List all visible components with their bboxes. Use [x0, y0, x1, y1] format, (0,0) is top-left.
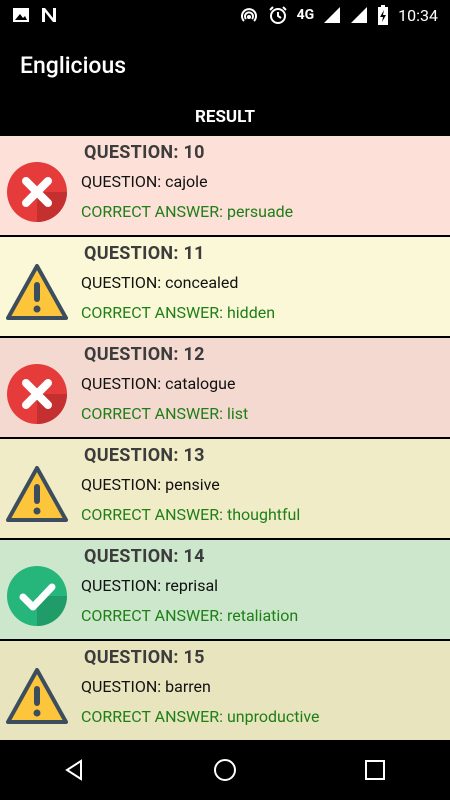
alarm-icon — [268, 6, 287, 24]
list-item[interactable]: QUESTION: 15 QUESTION: barren CORRECT ANSW… — [0, 641, 450, 740]
question-number: QUESTION: 13 — [84, 445, 205, 466]
question-number: QUESTION: 15 — [84, 647, 205, 668]
question-text: QUESTION: cajole — [81, 172, 208, 191]
question-text: QUESTION: concealed — [81, 273, 239, 292]
warning-icon — [6, 466, 68, 522]
signal-icon — [324, 7, 341, 23]
question-number: QUESTION: 10 — [84, 142, 205, 163]
status-icon — [6, 161, 68, 223]
recents-button[interactable] — [345, 740, 405, 800]
back-button[interactable] — [45, 740, 105, 800]
n-icon — [42, 8, 56, 22]
status-icon — [6, 262, 68, 324]
warning-icon — [6, 264, 68, 320]
question-text: QUESTION: catalogue — [81, 374, 236, 393]
wrong-icon — [7, 162, 67, 222]
question-text: QUESTION: pensive — [81, 475, 220, 494]
list-item[interactable]: QUESTION: 11 QUESTION: concealed CORRECT A… — [0, 237, 450, 336]
list-item[interactable]: QUESTION: 12 QUESTION: catalogue CORRECT A… — [0, 338, 450, 437]
list-item[interactable]: QUESTION: 13 QUESTION: pensive CORRECT ANS… — [0, 439, 450, 538]
correct-answer: CORRECT ANSWER: hidden — [81, 303, 276, 322]
question-text: QUESTION: reprisal — [81, 576, 219, 595]
list-item[interactable]: QUESTION: 14 QUESTION: reprisal CORRECT AN… — [0, 540, 450, 639]
battery-icon — [378, 5, 389, 25]
status-icon — [6, 666, 68, 728]
status-time: 10:34 — [398, 5, 438, 25]
question-number: QUESTION: 12 — [84, 344, 205, 365]
correct-answer: CORRECT ANSWER: thoughtful — [81, 505, 301, 524]
hotspot-icon — [240, 8, 257, 22]
wrong-icon — [7, 364, 67, 424]
question-number: QUESTION: 11 — [84, 243, 205, 264]
signal-icon — [351, 7, 368, 23]
question-text: QUESTION: barren — [81, 677, 211, 696]
question-number: QUESTION: 14 — [84, 546, 205, 567]
network-label: 4G — [296, 7, 315, 23]
correct-answer: CORRECT ANSWER: unproductive — [81, 707, 320, 726]
result-header: RESULT — [0, 100, 450, 134]
warning-icon — [6, 668, 68, 724]
app-bar: Englicious — [0, 30, 450, 100]
back-icon — [65, 759, 82, 781]
status-icon — [6, 565, 68, 627]
list-item[interactable]: QUESTION: 10 QUESTION: cajole CORRECT ANSW… — [0, 136, 450, 235]
status-bar: 4G 10:34 — [0, 0, 450, 30]
results-list[interactable]: QUESTION: 10 QUESTION: cajole CORRECT ANSW… — [0, 136, 450, 740]
correct-answer: CORRECT ANSWER: persuade — [81, 202, 294, 221]
status-icon — [6, 363, 68, 425]
home-button[interactable] — [195, 740, 255, 800]
home-icon — [214, 759, 236, 781]
correct-answer: CORRECT ANSWER: list — [81, 404, 249, 423]
app-title: Englicious — [20, 51, 127, 79]
navigation-bar — [0, 740, 450, 800]
status-icon — [6, 464, 68, 526]
check-icon — [7, 566, 67, 626]
correct-answer: CORRECT ANSWER: retaliation — [81, 606, 299, 625]
result-title: RESULT — [195, 107, 255, 127]
recents-icon — [365, 760, 385, 780]
image-icon — [13, 8, 29, 22]
